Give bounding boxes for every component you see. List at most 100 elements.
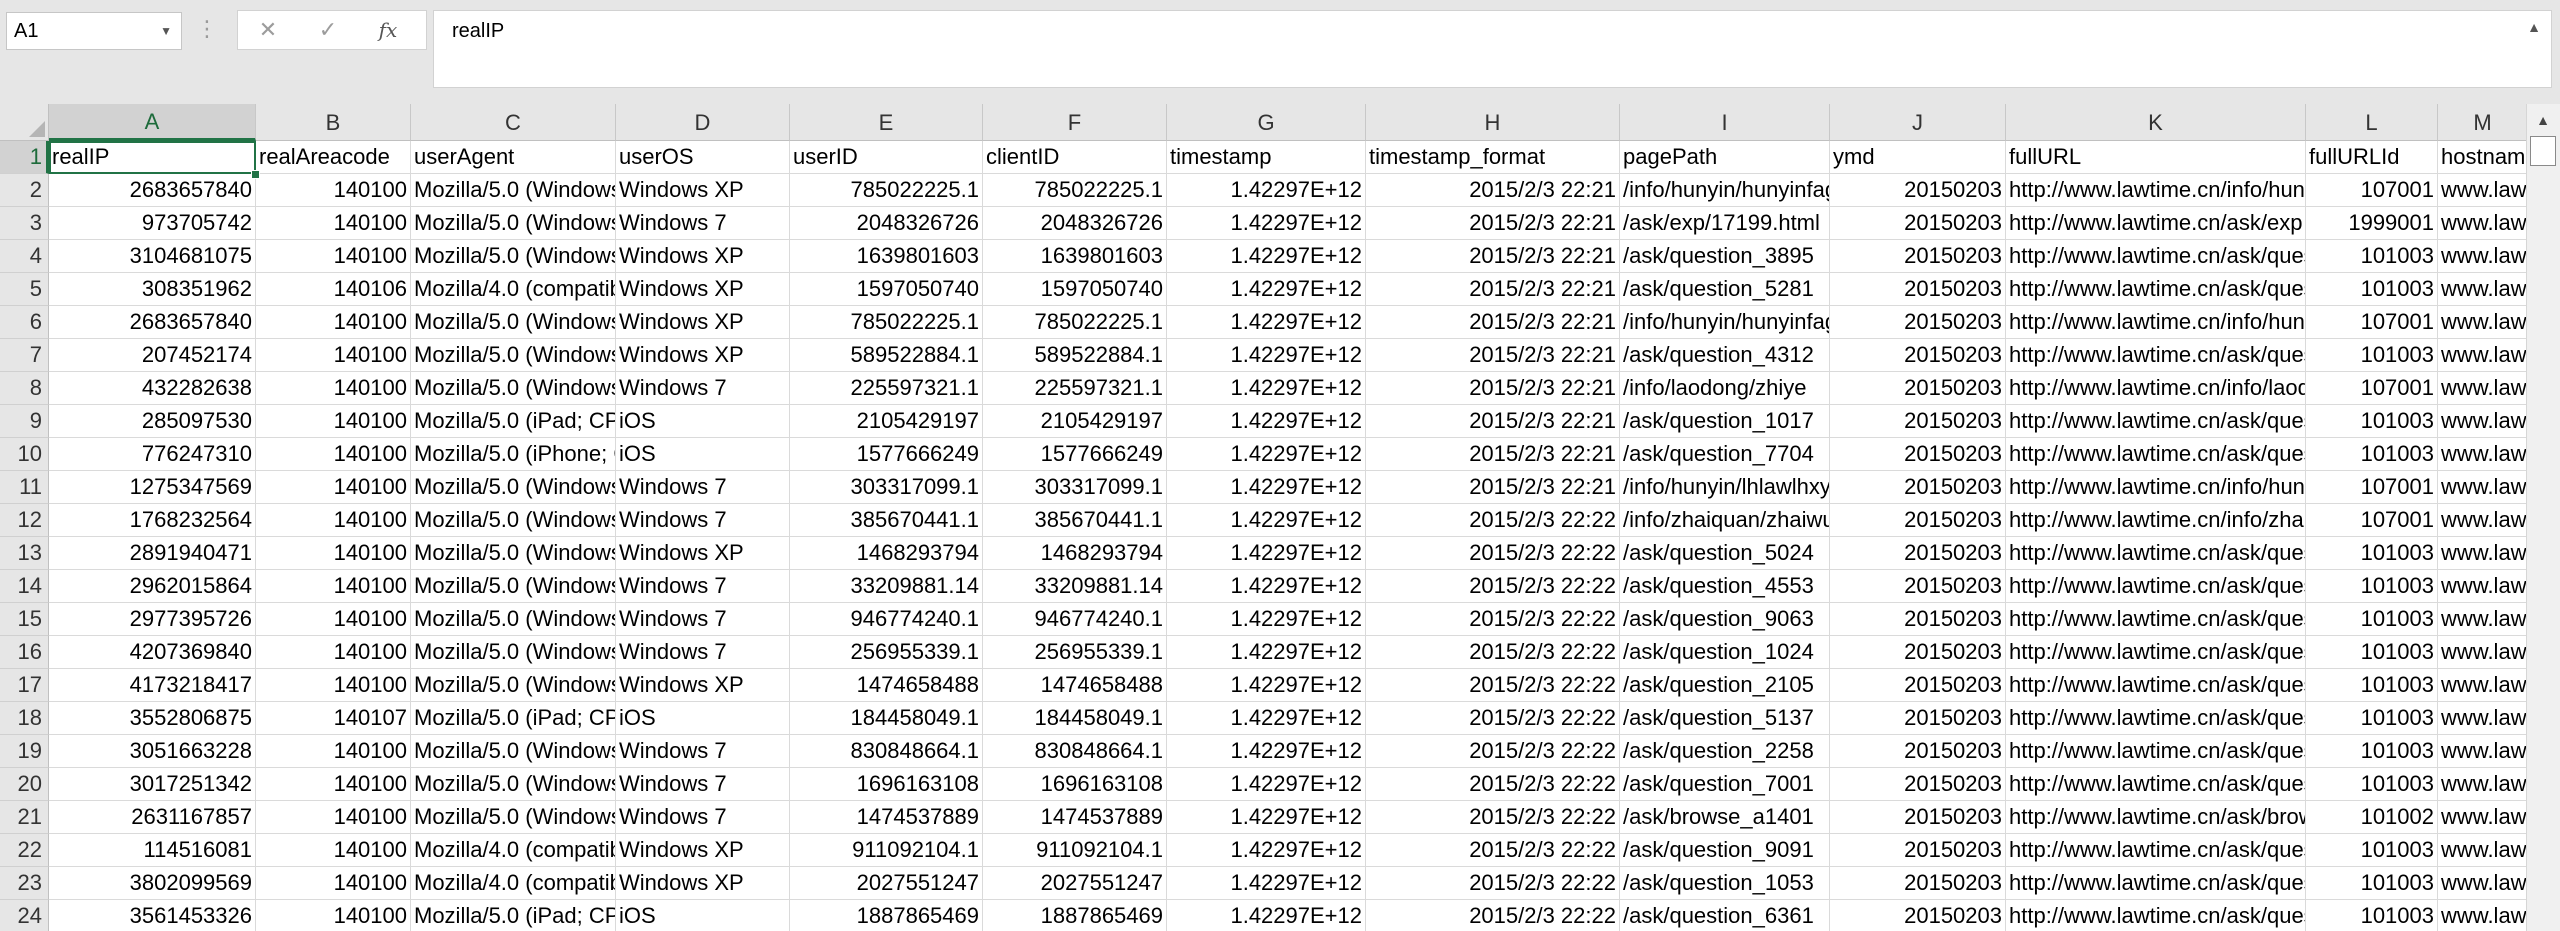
column-header-k[interactable]: K [2006, 104, 2306, 141]
cell-a13[interactable]: 2891940471 [49, 537, 256, 570]
cell-e9[interactable]: 2105429197 [790, 405, 983, 438]
cell-a6[interactable]: 2683657840 [49, 306, 256, 339]
cell-b14[interactable]: 140100 [256, 570, 411, 603]
cell-h17[interactable]: 2015/2/3 22:22 [1366, 669, 1620, 702]
row-header-23[interactable]: 23 [0, 867, 49, 900]
cell-h2[interactable]: 2015/2/3 22:21 [1366, 174, 1620, 207]
cell-c6[interactable]: Mozilla/5.0 (Windows NT 5.1) [411, 306, 616, 339]
cell-b23[interactable]: 140100 [256, 867, 411, 900]
cell-f8[interactable]: 225597321.1 [983, 372, 1167, 405]
cell-i12[interactable]: /info/zhaiquan/zhaiwu [1620, 504, 1830, 537]
cell-h15[interactable]: 2015/2/3 22:22 [1366, 603, 1620, 636]
cell-k24[interactable]: http://www.lawtime.cn/ask/question [2006, 900, 2306, 931]
cell-j5[interactable]: 20150203 [1830, 273, 2006, 306]
cell-a20[interactable]: 3017251342 [49, 768, 256, 801]
row-header-1[interactable]: 1 [0, 141, 49, 174]
cell-a21[interactable]: 2631167857 [49, 801, 256, 834]
cell-i19[interactable]: /ask/question_2258 [1620, 735, 1830, 768]
cell-k9[interactable]: http://www.lawtime.cn/ask/question [2006, 405, 2306, 438]
cell-g21[interactable]: 1.42297E+12 [1167, 801, 1366, 834]
cell-k8[interactable]: http://www.lawtime.cn/info/laodong [2006, 372, 2306, 405]
cell-c18[interactable]: Mozilla/5.0 (iPad; CPU OS) [411, 702, 616, 735]
cell-l16[interactable]: 101003 [2306, 636, 2438, 669]
cell-f18[interactable]: 184458049.1 [983, 702, 1167, 735]
cell-f7[interactable]: 589522884.1 [983, 339, 1167, 372]
row-header-8[interactable]: 8 [0, 372, 49, 405]
cell-f22[interactable]: 911092104.1 [983, 834, 1167, 867]
cell-k13[interactable]: http://www.lawtime.cn/ask/question [2006, 537, 2306, 570]
cell-d15[interactable]: Windows 7 [616, 603, 790, 636]
cell-e12[interactable]: 385670441.1 [790, 504, 983, 537]
cell-a19[interactable]: 3051663228 [49, 735, 256, 768]
cell-h12[interactable]: 2015/2/3 22:22 [1366, 504, 1620, 537]
cell-h7[interactable]: 2015/2/3 22:21 [1366, 339, 1620, 372]
scroll-up-arrow-icon[interactable]: ▲ [2527, 107, 2559, 133]
cell-m21[interactable]: www.lawtime.cn [2438, 801, 2526, 834]
cell-a3[interactable]: 973705742 [49, 207, 256, 240]
cell-d12[interactable]: Windows 7 [616, 504, 790, 537]
vertical-scrollbar[interactable]: ▲ [2526, 104, 2560, 931]
cell-i3[interactable]: /ask/exp/17199.html [1620, 207, 1830, 240]
cell-l15[interactable]: 101003 [2306, 603, 2438, 636]
cell-c3[interactable]: Mozilla/5.0 (Windows NT 6.1) [411, 207, 616, 240]
cell-h8[interactable]: 2015/2/3 22:21 [1366, 372, 1620, 405]
cell-d9[interactable]: iOS [616, 405, 790, 438]
cell-e11[interactable]: 303317099.1 [790, 471, 983, 504]
cell-f3[interactable]: 2048326726 [983, 207, 1167, 240]
cell-a14[interactable]: 2962015864 [49, 570, 256, 603]
cell-l10[interactable]: 101003 [2306, 438, 2438, 471]
cell-j24[interactable]: 20150203 [1830, 900, 2006, 931]
cell-d3[interactable]: Windows 7 [616, 207, 790, 240]
cell-b13[interactable]: 140100 [256, 537, 411, 570]
cell-f14[interactable]: 33209881.14 [983, 570, 1167, 603]
column-header-f[interactable]: F [983, 104, 1167, 141]
cell-b3[interactable]: 140100 [256, 207, 411, 240]
cell-f24[interactable]: 1887865469 [983, 900, 1167, 931]
cell-l19[interactable]: 101003 [2306, 735, 2438, 768]
cell-c23[interactable]: Mozilla/4.0 (compatible; MSIE) [411, 867, 616, 900]
cell-g24[interactable]: 1.42297E+12 [1167, 900, 1366, 931]
cell-j18[interactable]: 20150203 [1830, 702, 2006, 735]
cell-c24[interactable]: Mozilla/5.0 (iPad; CPU OS) [411, 900, 616, 931]
cell-j19[interactable]: 20150203 [1830, 735, 2006, 768]
column-header-i[interactable]: I [1620, 104, 1830, 141]
column-header-g[interactable]: G [1167, 104, 1366, 141]
select-all-button[interactable] [0, 104, 49, 141]
cell-i13[interactable]: /ask/question_5024 [1620, 537, 1830, 570]
cell-d21[interactable]: Windows 7 [616, 801, 790, 834]
column-header-l[interactable]: L [2306, 104, 2438, 141]
cell-e21[interactable]: 1474537889 [790, 801, 983, 834]
cell-l20[interactable]: 101003 [2306, 768, 2438, 801]
cell-l3[interactable]: 1999001 [2306, 207, 2438, 240]
cell-k7[interactable]: http://www.lawtime.cn/ask/question [2006, 339, 2306, 372]
cell-l18[interactable]: 101003 [2306, 702, 2438, 735]
cell-e1[interactable]: userID [790, 141, 983, 174]
cell-j14[interactable]: 20150203 [1830, 570, 2006, 603]
cell-g7[interactable]: 1.42297E+12 [1167, 339, 1366, 372]
cell-l9[interactable]: 101003 [2306, 405, 2438, 438]
cell-g20[interactable]: 1.42297E+12 [1167, 768, 1366, 801]
cell-k3[interactable]: http://www.lawtime.cn/ask/exp [2006, 207, 2306, 240]
cell-c11[interactable]: Mozilla/5.0 (Windows NT 6.1) [411, 471, 616, 504]
cell-h13[interactable]: 2015/2/3 22:22 [1366, 537, 1620, 570]
cell-b1[interactable]: realAreacode [256, 141, 411, 174]
cell-d10[interactable]: iOS [616, 438, 790, 471]
cell-g10[interactable]: 1.42297E+12 [1167, 438, 1366, 471]
cell-k12[interactable]: http://www.lawtime.cn/info/zhaiquan [2006, 504, 2306, 537]
cell-f1[interactable]: clientID [983, 141, 1167, 174]
cell-b11[interactable]: 140100 [256, 471, 411, 504]
cell-l21[interactable]: 101002 [2306, 801, 2438, 834]
cell-g8[interactable]: 1.42297E+12 [1167, 372, 1366, 405]
cell-g22[interactable]: 1.42297E+12 [1167, 834, 1366, 867]
cell-m4[interactable]: www.lawtime.cn [2438, 240, 2526, 273]
cell-e16[interactable]: 256955339.1 [790, 636, 983, 669]
cell-a23[interactable]: 3802099569 [49, 867, 256, 900]
cell-j15[interactable]: 20150203 [1830, 603, 2006, 636]
cell-d14[interactable]: Windows 7 [616, 570, 790, 603]
cell-i17[interactable]: /ask/question_2105 [1620, 669, 1830, 702]
cell-a1[interactable]: realIP [49, 141, 256, 174]
cell-k23[interactable]: http://www.lawtime.cn/ask/question [2006, 867, 2306, 900]
cell-b4[interactable]: 140100 [256, 240, 411, 273]
column-header-b[interactable]: B [256, 104, 411, 141]
cell-g23[interactable]: 1.42297E+12 [1167, 867, 1366, 900]
